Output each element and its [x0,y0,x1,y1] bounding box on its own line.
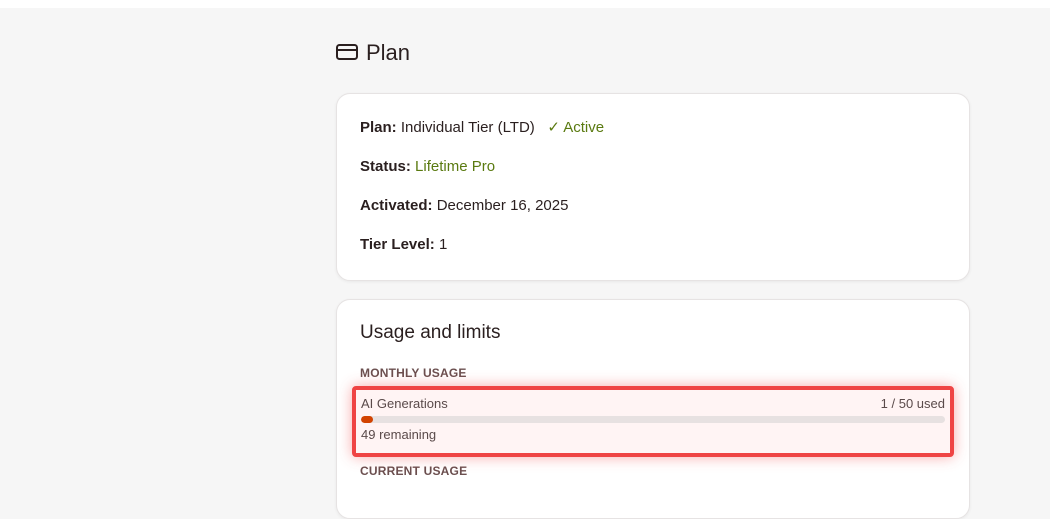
ai-generations-remaining: 49 remaining [361,427,437,442]
usage-title: Usage and limits [360,322,501,343]
activated-value: December 16, 2025 [436,197,569,214]
plan-card: Plan: Individual Tier (LTD) ✓ Active Sta… [336,93,970,281]
active-badge: ✓ Active [547,119,605,136]
tier-value: 1 [438,236,448,253]
top-bar [0,0,1050,8]
current-usage-heading: CURRENT USAGE [360,464,468,478]
page-title-text: Plan [366,40,411,65]
plan-value: Individual Tier (LTD) [400,119,535,136]
ai-generations-used: 1 / 50 used [880,396,945,411]
usage-progress-bar [361,416,945,423]
status-row: Status: Lifetime Pro [360,157,946,196]
plan-label: Plan: [360,119,397,136]
activated-label: Activated: [360,197,433,214]
status-value: Lifetime Pro [415,158,496,175]
page-title: Plan [336,40,410,66]
tier-label: Tier Level: [360,236,435,253]
monthly-usage-heading: MONTHLY USAGE [360,366,467,380]
status-label: Status: [360,158,411,175]
plan-row: Plan: Individual Tier (LTD) ✓ Active [360,118,946,157]
credit-card-icon [336,40,358,66]
activated-row: Activated: December 16, 2025 [360,196,946,235]
usage-progress-fill [361,416,373,423]
tier-row: Tier Level: 1 [360,235,946,274]
ai-generations-label: AI Generations [361,396,448,411]
ai-generations-usage: AI Generations 1 / 50 used 49 remaining [352,386,954,457]
